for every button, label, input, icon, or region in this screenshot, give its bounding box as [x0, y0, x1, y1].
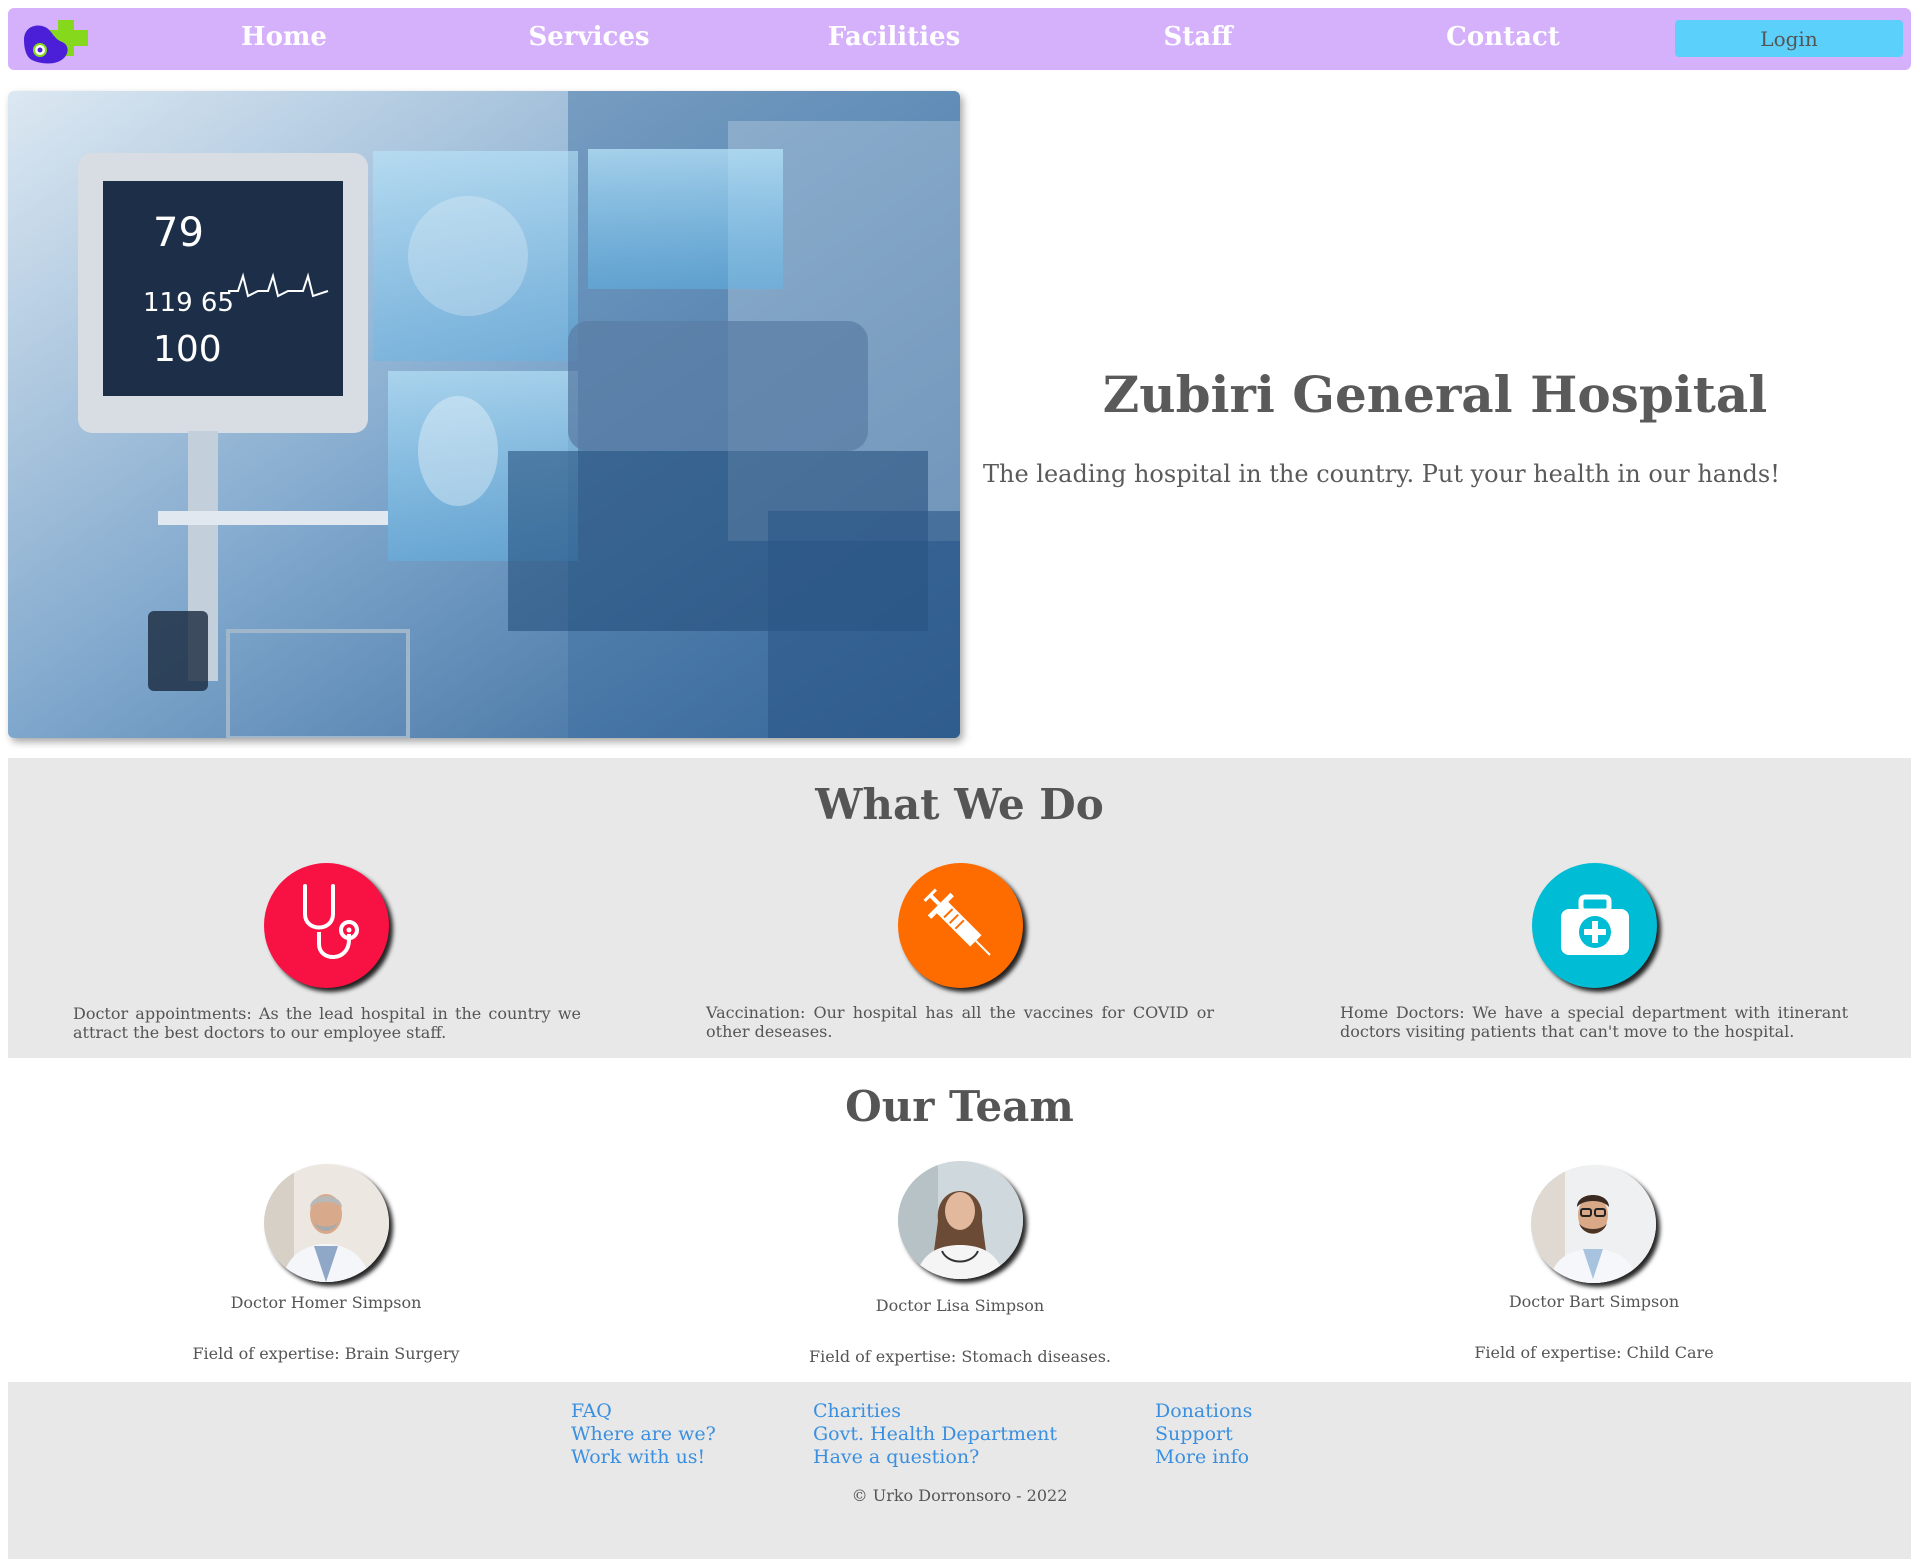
svg-text:79: 79: [153, 210, 204, 256]
svg-text:100: 100: [153, 329, 222, 370]
svg-text:119 65: 119 65: [143, 288, 234, 318]
hero-subtitle: The leading hospital in the country. Put…: [983, 460, 1780, 488]
medical-kit-icon: [1532, 863, 1657, 988]
footer-link-charities[interactable]: Charities: [813, 1400, 1057, 1423]
team-member-field-lisa: Field of expertise: Stomach diseases.: [809, 1347, 1111, 1366]
footer-link-work-with-us[interactable]: Work with us!: [571, 1446, 716, 1469]
nav-home-link[interactable]: Home: [241, 22, 327, 52]
footer-link-donations[interactable]: Donations: [1155, 1400, 1252, 1423]
hospital-monitor-image: 79 119 65 100: [8, 91, 960, 738]
services-title: What We Do: [815, 780, 1104, 829]
top-navbar: Home Services Facilities Staff Contact L…: [8, 8, 1911, 70]
avatar-lisa-simpson: [898, 1161, 1023, 1279]
stethoscope-icon: [264, 863, 389, 988]
copyright-text: © Urko Dorronsoro - 2022: [851, 1486, 1068, 1505]
hospital-cross-logo-icon[interactable]: [18, 14, 98, 70]
avatar-homer-simpson: [264, 1164, 389, 1282]
footer: FAQ Where are we? Work with us! Charitie…: [8, 1382, 1911, 1559]
nav-services-link[interactable]: Services: [528, 22, 649, 52]
nav-staff-link[interactable]: Staff: [1164, 22, 1233, 52]
footer-link-support[interactable]: Support: [1155, 1423, 1252, 1446]
syringe-icon: [898, 863, 1023, 988]
team-title: Our Team: [845, 1082, 1074, 1131]
team-member-name-lisa: Doctor Lisa Simpson: [875, 1296, 1045, 1315]
service-description-home-doctors: Home Doctors: We have a special departme…: [1340, 1003, 1848, 1041]
nav-contact-link[interactable]: Contact: [1446, 22, 1560, 52]
footer-column-3: Donations Support More info: [1155, 1400, 1252, 1469]
footer-link-where-are-we[interactable]: Where are we?: [571, 1423, 716, 1446]
team-member-name-homer: Doctor Homer Simpson: [230, 1293, 422, 1312]
footer-link-faq[interactable]: FAQ: [571, 1400, 716, 1423]
nav-facilities-link[interactable]: Facilities: [828, 22, 960, 52]
hero-title: Zubiri General Hospital: [1102, 365, 1768, 424]
team-member-field-homer: Field of expertise: Brain Surgery: [192, 1344, 460, 1363]
avatar-bart-simpson: [1531, 1165, 1656, 1283]
team-member-field-bart: Field of expertise: Child Care: [1474, 1343, 1714, 1362]
service-description-vaccination: Vaccination: Our hospital has all the va…: [706, 1003, 1214, 1041]
footer-column-2: Charities Govt. Health Department Have a…: [813, 1400, 1057, 1469]
footer-column-1: FAQ Where are we? Work with us!: [571, 1400, 716, 1469]
footer-link-govt-health-department[interactable]: Govt. Health Department: [813, 1423, 1057, 1446]
footer-link-have-a-question[interactable]: Have a question?: [813, 1446, 1057, 1469]
footer-link-more-info[interactable]: More info: [1155, 1446, 1252, 1469]
team-member-name-bart: Doctor Bart Simpson: [1508, 1292, 1680, 1311]
services-section: What We Do Doctor appointments: As the l…: [8, 758, 1911, 1058]
login-button[interactable]: Login: [1675, 20, 1903, 57]
service-description-appointments: Doctor appointments: As the lead hospita…: [73, 1004, 581, 1042]
